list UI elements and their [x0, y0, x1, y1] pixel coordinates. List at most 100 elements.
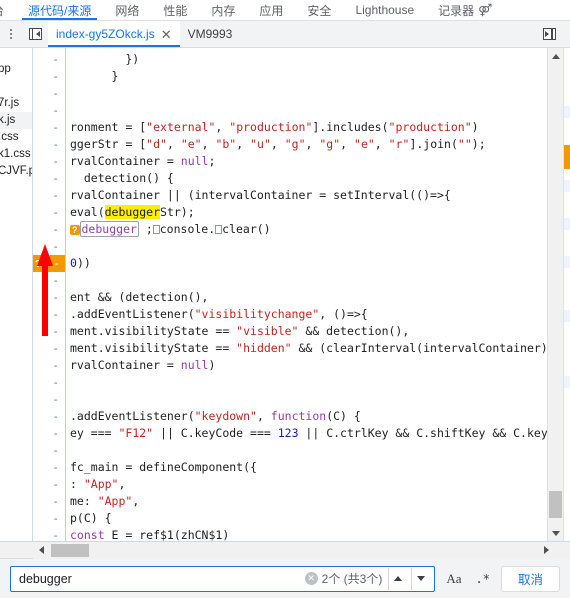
next-match-button[interactable]: [411, 567, 430, 590]
gutter-line[interactable]: -: [33, 527, 65, 541]
code-line[interactable]: }): [66, 51, 547, 68]
tab-application[interactable]: 应用: [247, 0, 295, 20]
tab-performance[interactable]: 性能: [151, 0, 199, 20]
gutter-line[interactable]: -: [33, 289, 65, 306]
more-options-button[interactable]: [0, 21, 22, 47]
code-line[interactable]: [66, 374, 547, 391]
file-tab-vm9993[interactable]: VM9993: [179, 21, 241, 47]
code-line[interactable]: [66, 391, 547, 408]
gutter-line[interactable]: -: [33, 374, 65, 391]
nav-file-item[interactable]: .css: [0, 129, 32, 146]
gutter-line[interactable]: -: [33, 272, 65, 289]
code-line[interactable]: ment.visibilityState == "hidden" && (cle…: [66, 340, 547, 357]
nav-file-item[interactable]: [0, 78, 32, 95]
horizontal-scrollbar[interactable]: [0, 541, 570, 559]
code-line[interactable]: eval(debuggerStr);: [66, 204, 547, 221]
nav-file-item-selected[interactable]: k.js: [0, 112, 32, 129]
code-line[interactable]: rvalContainer = null;: [66, 153, 547, 170]
gutter-line[interactable]: -: [33, 85, 65, 102]
code-line[interactable]: me: "App",: [66, 493, 547, 510]
code-line[interactable]: ggerStr = ["d", "e", "b", "u", "g", "g",…: [66, 136, 547, 153]
close-icon[interactable]: ✕: [161, 28, 172, 41]
gutter-line[interactable]: -: [33, 323, 65, 340]
file-navigator[interactable]: pp 7r.js k.js .css k1.css CJVF.p: [0, 48, 33, 541]
code-line[interactable]: 0)): [66, 255, 547, 272]
code-line[interactable]: [66, 272, 547, 289]
scroll-right-icon[interactable]: [538, 542, 554, 559]
tab-network[interactable]: 网络: [103, 0, 151, 20]
gutter-line[interactable]: -: [33, 68, 65, 85]
gutter-line[interactable]: -: [33, 170, 65, 187]
code-line[interactable]: [66, 102, 547, 119]
code-line[interactable]: ent && (detection(),: [66, 289, 547, 306]
code-line[interactable]: [66, 85, 547, 102]
code-line[interactable]: .addEventListener("keydown", function(C)…: [66, 408, 547, 425]
find-input-wrapper[interactable]: ✕ 2个 (共3个): [10, 565, 436, 592]
gutter-line[interactable]: -: [33, 425, 65, 442]
gutter-line[interactable]: -: [33, 51, 65, 68]
show-debugger-sidebar-button[interactable]: [536, 28, 562, 40]
show-navigator-button[interactable]: [22, 21, 48, 47]
code-line[interactable]: ment.visibilityState == "visible" && det…: [66, 323, 547, 340]
gutter-line[interactable]: -: [33, 408, 65, 425]
gutter-line[interactable]: -: [33, 136, 65, 153]
gutter-line[interactable]: -: [33, 119, 65, 136]
nav-file-item[interactable]: pp: [0, 61, 32, 78]
code-line[interactable]: const E = ref$1(zhCN$1): [66, 527, 547, 541]
vertical-scrollbar-thumb[interactable]: [549, 491, 562, 518]
tab-sources[interactable]: 源代码/来源: [16, 0, 103, 20]
gutter-line[interactable]: -: [33, 357, 65, 374]
scroll-up-icon[interactable]: [548, 48, 563, 64]
scroll-left-icon[interactable]: [33, 542, 49, 559]
gutter-line[interactable]: -: [33, 238, 65, 255]
vertical-scrollbar[interactable]: [547, 48, 563, 541]
gutter-line[interactable]: -: [33, 459, 65, 476]
gutter-breakpoint[interactable]: -?: [33, 255, 65, 272]
editor-gutter[interactable]: -------------?----------------------: [33, 48, 66, 541]
gutter-line[interactable]: -: [33, 476, 65, 493]
gutter-line[interactable]: -: [33, 102, 65, 119]
gutter-line[interactable]: -: [33, 493, 65, 510]
tab-console-clipped[interactable]: 台: [0, 0, 16, 20]
horizontal-scrollbar-thumb[interactable]: [51, 543, 89, 557]
gutter-line[interactable]: -: [33, 340, 65, 357]
code-line[interactable]: ey === "F12" || C.keyCode === 123 || C.c…: [66, 425, 547, 442]
gutter-line[interactable]: -: [33, 306, 65, 323]
gutter-line[interactable]: -: [33, 187, 65, 204]
search-input[interactable]: [17, 566, 301, 591]
nav-file-item[interactable]: k1.css: [0, 146, 32, 163]
code-line[interactable]: }: [66, 68, 547, 85]
gutter-line[interactable]: -: [33, 510, 65, 527]
code-line[interactable]: detection() {: [66, 170, 547, 187]
tab-memory[interactable]: 内存: [199, 0, 247, 20]
hscroll-track[interactable]: [33, 541, 570, 559]
regex-button[interactable]: .*: [473, 572, 493, 586]
tab-security[interactable]: 安全: [295, 0, 343, 20]
code-line[interactable]: rvalContainer || (intervalContainer = se…: [66, 187, 547, 204]
nav-file-item[interactable]: 7r.js: [0, 95, 32, 112]
gutter-line[interactable]: -: [33, 153, 65, 170]
gutter-line[interactable]: -: [33, 442, 65, 459]
code-line[interactable]: [66, 238, 547, 255]
clear-icon[interactable]: ✕: [304, 572, 318, 585]
code-line[interactable]: ? debugger ; console. clear(): [66, 221, 547, 238]
tab-lighthouse[interactable]: Lighthouse: [343, 0, 426, 20]
gutter-line[interactable]: -: [33, 221, 65, 238]
code-line[interactable]: rvalContainer = null): [66, 357, 547, 374]
code-line[interactable]: : "App",: [66, 476, 547, 493]
code-line[interactable]: [66, 442, 547, 459]
prev-match-button[interactable]: [388, 567, 407, 590]
nav-file-item[interactable]: CJVF.p: [0, 163, 32, 180]
code-line[interactable]: fc_main = defineComponent({: [66, 459, 547, 476]
code-line[interactable]: .addEventListener("visibilitychange", ()…: [66, 306, 547, 323]
tab-recorder[interactable]: 记录器 ⚤: [426, 0, 504, 20]
scroll-down-icon[interactable]: [548, 525, 563, 541]
gutter-line[interactable]: -: [33, 391, 65, 408]
cancel-button[interactable]: 取消: [500, 565, 560, 592]
code-editor[interactable]: }) } ronment = ["external", "production"]…: [66, 48, 547, 541]
code-line[interactable]: p(C) {: [66, 510, 547, 527]
file-tab-index-js[interactable]: index-gy5ZOkck.js ✕: [48, 21, 180, 47]
match-case-button[interactable]: Aa: [443, 571, 464, 587]
gutter-line[interactable]: -: [33, 204, 65, 221]
code-line[interactable]: ronment = ["external", "production"].inc…: [66, 119, 547, 136]
